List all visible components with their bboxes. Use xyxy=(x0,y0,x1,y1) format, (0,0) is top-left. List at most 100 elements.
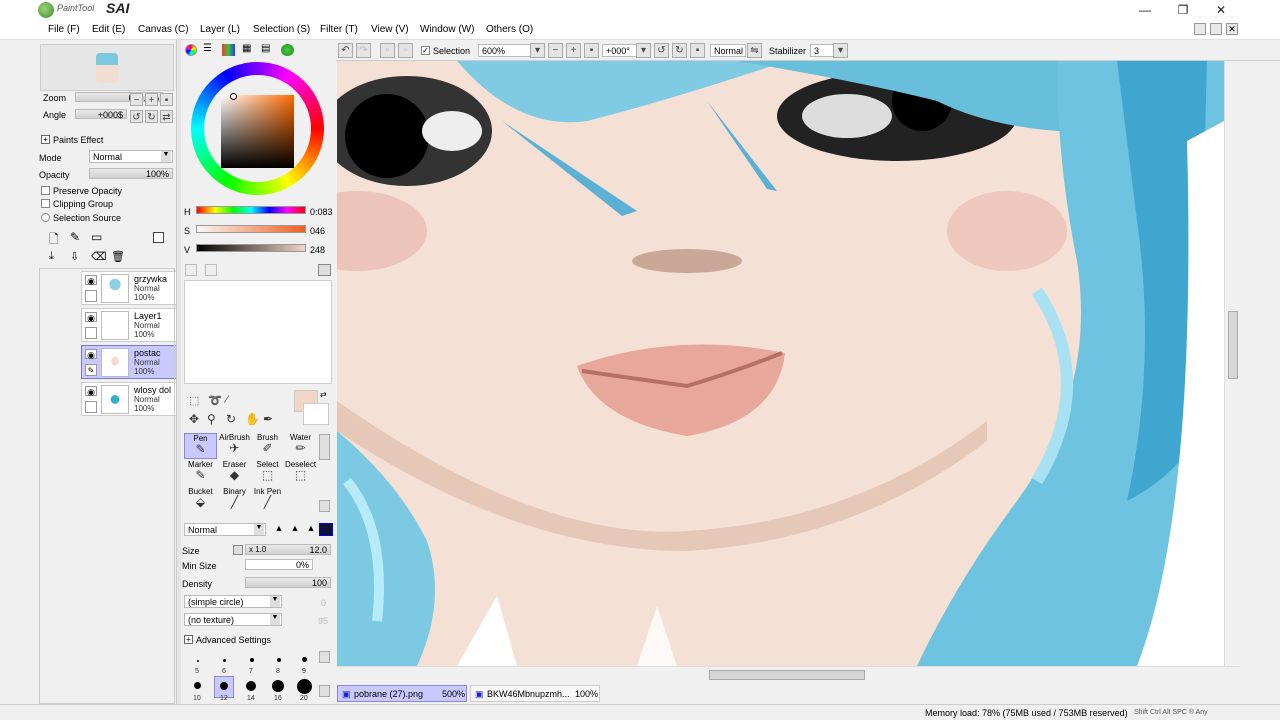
restore-button[interactable]: ❐ xyxy=(1164,0,1202,20)
eye-icon[interactable]: ◉ xyxy=(85,312,97,323)
zoom-out-icon[interactable]: − xyxy=(548,43,563,58)
brush-texture-select[interactable]: (no texture) ▼ xyxy=(184,613,282,626)
mdi-minimize-button[interactable] xyxy=(1194,23,1206,35)
deselect-icon[interactable]: ▫ xyxy=(380,43,395,58)
tool-ink-pen[interactable]: Ink Pen ╱ xyxy=(251,487,284,513)
new-folder-icon[interactable]: ▭ xyxy=(91,230,102,244)
angle-dropdown-icon[interactable]: ▾ xyxy=(636,43,651,58)
angle-slider[interactable]: +000$ xyxy=(75,109,127,120)
horizontal-scroll-thumb[interactable] xyxy=(709,670,865,680)
size-slider[interactable]: x 1.0 12.0 xyxy=(245,544,331,555)
zoom-reset-icon[interactable]: ▪ xyxy=(160,93,173,106)
delete-layer-icon[interactable]: 🗑 xyxy=(111,250,125,263)
rgb-slider-toggle-icon[interactable]: ☰ xyxy=(203,44,216,56)
zoom-select[interactable]: 600% xyxy=(478,44,534,57)
zoom-tool-icon[interactable]: ⚲ xyxy=(207,412,216,426)
expand-icon[interactable]: + xyxy=(41,135,50,144)
brush-size-dot[interactable] xyxy=(250,658,254,662)
tool-water[interactable]: Water ✏ xyxy=(284,433,317,459)
scratchpad-toggle-icon[interactable]: ▤ xyxy=(261,44,274,56)
horizontal-scrollbar[interactable] xyxy=(337,666,1240,682)
rotate-right-icon[interactable]: ↻ xyxy=(145,110,158,123)
view-blend-select[interactable]: Normal xyxy=(710,44,746,57)
tool-brush[interactable]: Brush ✐ xyxy=(251,433,284,459)
eye-icon[interactable]: ◉ xyxy=(85,275,97,286)
vertical-scrollbar[interactable] xyxy=(1224,61,1240,666)
clipping-group-checkbox[interactable] xyxy=(41,199,50,208)
lock-icon[interactable] xyxy=(85,290,97,302)
expand-icon[interactable]: + xyxy=(184,635,193,644)
brush-size-dot[interactable] xyxy=(197,660,199,662)
zoom-fit-icon[interactable]: ▪ xyxy=(584,43,599,58)
brush-size-dot[interactable] xyxy=(223,659,226,662)
brush-shape-hard-icon[interactable]: ▲ xyxy=(271,523,287,536)
new-linework-layer-icon[interactable]: ✎ xyxy=(70,230,80,244)
tool-marker[interactable]: Marker ✎ xyxy=(184,460,217,486)
invert-selection-icon[interactable]: ▫ xyxy=(398,43,413,58)
selection-checkbox[interactable]: ✓ xyxy=(421,46,430,55)
tool-binary[interactable]: Binary ╱ xyxy=(218,487,251,513)
menu-selection[interactable]: Selection (S) xyxy=(253,24,310,35)
eye-icon[interactable]: ◉ xyxy=(85,349,97,360)
eye-icon[interactable]: ◉ xyxy=(85,386,97,397)
color-mixer-toggle-icon[interactable] xyxy=(281,44,294,56)
scratchpad-menu-icon[interactable] xyxy=(318,264,331,276)
brush-size-dot[interactable] xyxy=(302,657,307,662)
minimize-button[interactable]: — xyxy=(1126,0,1164,20)
tools-scroll-down[interactable] xyxy=(319,500,330,512)
preserve-opacity-checkbox[interactable] xyxy=(41,186,50,195)
pen-icon[interactable]: ✎ xyxy=(85,364,97,376)
menu-file[interactable]: File (F) xyxy=(48,24,80,35)
saturation-value-square[interactable] xyxy=(221,95,294,168)
move-icon[interactable]: ✥ xyxy=(189,412,199,426)
flip-horizontal-icon[interactable]: ⇋ xyxy=(747,43,762,58)
tool-pen[interactable]: Pen ✎ xyxy=(184,433,217,459)
zoom-out-icon[interactable]: − xyxy=(130,93,143,106)
opacity-slider[interactable]: 100% xyxy=(89,168,173,179)
lock-icon[interactable] xyxy=(85,327,97,339)
tool-eraser[interactable]: Eraser ◆ xyxy=(218,460,251,486)
secondary-color-swatch[interactable] xyxy=(303,403,329,425)
stabilizer-dropdown-icon[interactable]: ▾ xyxy=(833,43,848,58)
scratchpad[interactable] xyxy=(184,280,332,384)
mdi-close-button[interactable]: ✕ xyxy=(1226,23,1238,35)
menu-view[interactable]: View (V) xyxy=(371,24,409,35)
flip-icon[interactable]: ⇄ xyxy=(160,110,173,123)
color-wheel-toggle-icon[interactable] xyxy=(185,44,197,56)
brush-size-dot[interactable] xyxy=(220,682,228,690)
brush-blend-select[interactable]: Normal ▼ xyxy=(184,523,266,536)
saturation-slider[interactable] xyxy=(196,225,306,233)
hue-slider[interactable] xyxy=(196,206,306,214)
rotate-tool-icon[interactable]: ↻ xyxy=(226,412,236,426)
menu-window[interactable]: Window (W) xyxy=(420,24,474,35)
brush-shape-soft-icon[interactable]: ▲ xyxy=(303,523,319,536)
brush-size-dot[interactable] xyxy=(194,682,201,689)
density-slider[interactable]: 100 xyxy=(245,577,331,588)
mode-select[interactable]: Normal ▼ xyxy=(89,150,173,163)
tool-deselect[interactable]: Deselect ⬚ xyxy=(284,460,317,486)
vertical-scroll-thumb[interactable] xyxy=(1228,311,1238,379)
swatches-toggle-icon[interactable]: ▦ xyxy=(242,44,255,56)
tool-select[interactable]: Select ⬚ xyxy=(251,460,284,486)
lasso-icon[interactable]: ➰ xyxy=(208,394,222,407)
advanced-settings[interactable]: Advanced Settings xyxy=(196,635,271,645)
brush-size-dot[interactable] xyxy=(246,681,256,691)
swatch-forward-icon[interactable] xyxy=(205,264,217,276)
rotate-reset-icon[interactable]: ▪ xyxy=(690,43,705,58)
tool-airbrush[interactable]: AirBrush ✈ xyxy=(218,433,251,459)
brush-sizes-scroll-up[interactable] xyxy=(319,651,330,663)
color-picker-cursor[interactable] xyxy=(230,93,237,100)
navigator-preview[interactable] xyxy=(40,44,174,91)
brush-sizes-scroll-down[interactable] xyxy=(319,685,330,697)
hsv-toggle-icon[interactable] xyxy=(222,44,235,56)
brush-size-dot[interactable] xyxy=(297,679,312,694)
drawing-canvas[interactable] xyxy=(337,61,1224,666)
menu-others[interactable]: Others (O) xyxy=(486,24,533,35)
brush-shape-mid-icon[interactable]: ▲ xyxy=(287,523,303,536)
min-size-slider[interactable]: 0% xyxy=(245,559,313,570)
color-wheel[interactable] xyxy=(191,62,324,195)
hand-icon[interactable]: ✋ xyxy=(245,412,260,426)
brush-size-dot[interactable] xyxy=(277,658,281,662)
selection-source-radio[interactable] xyxy=(41,213,50,222)
layer-mask-icon[interactable] xyxy=(153,232,164,243)
